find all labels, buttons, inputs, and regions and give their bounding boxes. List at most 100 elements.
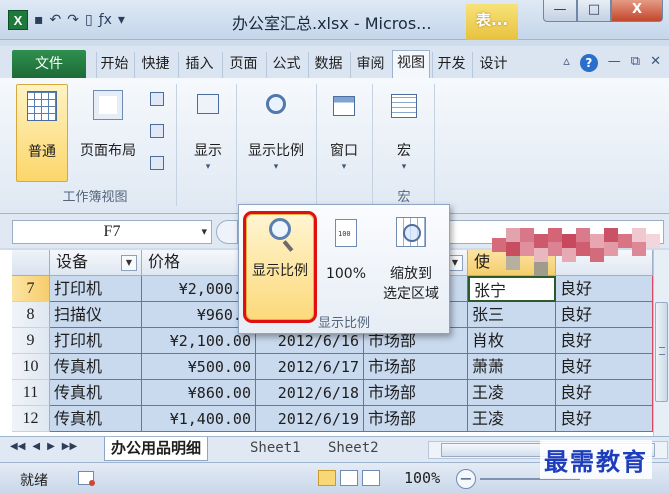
next-sheet-icon[interactable]: ▶ (47, 441, 55, 452)
vertical-scroll-thumb[interactable] (655, 302, 668, 402)
full-screen-icon[interactable] (150, 156, 164, 170)
close-button[interactable]: X (611, 0, 663, 22)
window-group-button[interactable]: 窗口 ▾ (320, 84, 368, 182)
macro-record-icon[interactable] (78, 471, 95, 486)
table-cell[interactable]: 传真机 (50, 406, 142, 432)
zoom-dialog-button[interactable]: 显示比例 (243, 211, 317, 323)
name-box[interactable]: F7 ▾ (12, 220, 212, 244)
tab-review[interactable]: 审阅 (350, 52, 390, 78)
normal-view-button[interactable]: 普通 (16, 84, 68, 182)
tab-formulas[interactable]: 公式 (266, 52, 306, 78)
zoom-out-button[interactable]: − (456, 469, 476, 489)
custom-views-icon[interactable] (150, 124, 164, 138)
formula-bar-cancel[interactable] (216, 220, 238, 244)
workbook-minimize-icon[interactable]: — (608, 54, 621, 72)
window-caret-icon: ▾ (341, 162, 347, 172)
row-header-selected[interactable]: 7 (12, 276, 50, 302)
group-separator (434, 84, 435, 206)
column-header[interactable]: 设备 ▼ (50, 250, 142, 276)
page-layout-view-icon[interactable] (340, 470, 358, 486)
sheet-tab[interactable]: Sheet1 (244, 437, 307, 461)
table-cell[interactable]: 王凌 (468, 380, 556, 406)
customize-qat-icon[interactable]: ▾ (118, 12, 125, 28)
help-icon[interactable]: ? (579, 54, 598, 72)
page-layout-label: 页面布局 (80, 143, 136, 159)
sheet-tab[interactable]: Sheet2 (322, 437, 385, 461)
window-icon (333, 96, 355, 116)
workbook-close-icon[interactable]: ✕ (650, 54, 661, 72)
table-cell[interactable]: 2012/6/19 (256, 406, 364, 432)
last-sheet-icon[interactable]: ▶▶ (62, 441, 77, 452)
table-cell[interactable]: 市场部 (364, 380, 468, 406)
show-icon (197, 94, 219, 114)
tab-file[interactable]: 文件 (12, 50, 86, 78)
group-separator (316, 84, 317, 206)
tab-view[interactable]: 视图 (392, 50, 430, 78)
first-sheet-icon[interactable]: ◀◀ (10, 441, 25, 452)
zoom-caret-icon: ▾ (273, 162, 279, 172)
zoom-group-button[interactable]: 显示比例 ▾ (240, 84, 312, 182)
redo-icon[interactable]: ↷ (67, 12, 79, 28)
table-cell[interactable]: 良好 (556, 302, 653, 328)
row-header[interactable]: 10 (12, 354, 50, 380)
save-icon[interactable]: ▪ (34, 12, 44, 28)
row-header[interactable]: 9 (12, 328, 50, 354)
normal-view-icon[interactable] (318, 470, 336, 486)
row-header[interactable]: 12 (12, 406, 50, 432)
zoom-100-button[interactable]: 100 100% (321, 211, 371, 317)
tab-page-layout[interactable]: 页面 (222, 52, 264, 78)
table-cell[interactable]: 萧萧 (468, 354, 556, 380)
view-switcher (318, 470, 380, 486)
name-box-caret-icon[interactable]: ▾ (201, 221, 207, 243)
table-cell[interactable]: 良好 (556, 354, 653, 380)
maximize-button[interactable]: □ (577, 0, 611, 22)
zoom-dropdown-panel: 显示比例 100 100% 缩放到 选定区域 显示比例 (238, 204, 450, 334)
title-bar: X ▪ ↶ ↷ ▯ ƒx ▾ 办公室汇总.xlsx - Micros... 表.… (0, 0, 669, 40)
workbook-restore-icon[interactable]: ⧉ (631, 54, 640, 72)
table-cell[interactable]: 2012/6/17 (256, 354, 364, 380)
table-cell[interactable]: 市场部 (364, 354, 468, 380)
tab-data[interactable]: 数据 (308, 52, 348, 78)
table-cell[interactable]: 打印机 (50, 276, 142, 302)
show-button[interactable]: 显示 ▾ (184, 84, 232, 182)
tab-shortcuts[interactable]: 快捷 (134, 52, 176, 78)
column-header-label: 使 (474, 252, 491, 271)
table-cell[interactable]: 王凌 (468, 406, 556, 432)
table-cell[interactable]: 传真机 (50, 354, 142, 380)
page-layout-view-button[interactable]: 页面布局 (72, 84, 144, 182)
row-header[interactable]: 11 (12, 380, 50, 406)
new-file-icon[interactable]: ▯ (85, 12, 93, 28)
table-cell[interactable]: 肖枚 (468, 328, 556, 354)
undo-icon[interactable]: ↶ (50, 12, 62, 28)
tab-developer[interactable]: 开发 (432, 52, 470, 78)
table-cell[interactable]: 张三 (468, 302, 556, 328)
prev-sheet-icon[interactable]: ◀ (32, 441, 40, 452)
table-cell[interactable]: ¥860.00 (142, 380, 256, 406)
page-break-view-icon[interactable] (362, 470, 380, 486)
filter-dropdown-icon[interactable]: ▼ (121, 255, 137, 271)
page-break-preview-icon[interactable] (150, 92, 164, 106)
zoom-to-selection-button[interactable]: 缩放到 选定区域 (375, 211, 447, 317)
row-header[interactable]: 8 (12, 302, 50, 328)
tab-home[interactable]: 开始 (96, 52, 132, 78)
table-cell[interactable]: 2012/6/18 (256, 380, 364, 406)
table-cell[interactable]: ¥1,400.00 (142, 406, 256, 432)
table-cell[interactable]: 打印机 (50, 328, 142, 354)
sheet-tab-active[interactable]: 办公用品明细 (104, 437, 209, 461)
table-cell[interactable]: 扫描仪 (50, 302, 142, 328)
tab-design[interactable]: 设计 (472, 52, 514, 78)
excel-app-icon[interactable]: X (8, 10, 28, 30)
zoom-percent[interactable]: 100% (404, 469, 440, 487)
collapse-ribbon-icon[interactable]: ▵ (563, 54, 570, 72)
macro-button[interactable]: 宏 ▾ (380, 84, 428, 182)
table-cell[interactable]: 传真机 (50, 380, 142, 406)
table-cell[interactable]: 市场部 (364, 406, 468, 432)
select-all-corner[interactable] (12, 250, 50, 276)
table-cell[interactable]: 良好 (556, 380, 653, 406)
table-cell[interactable]: ¥500.00 (142, 354, 256, 380)
table-cell[interactable]: 良好 (556, 406, 653, 432)
tab-insert[interactable]: 插入 (178, 52, 220, 78)
minimize-button[interactable]: — (543, 0, 577, 22)
function-icon[interactable]: ƒx (99, 12, 112, 28)
table-cell[interactable]: 良好 (556, 328, 653, 354)
